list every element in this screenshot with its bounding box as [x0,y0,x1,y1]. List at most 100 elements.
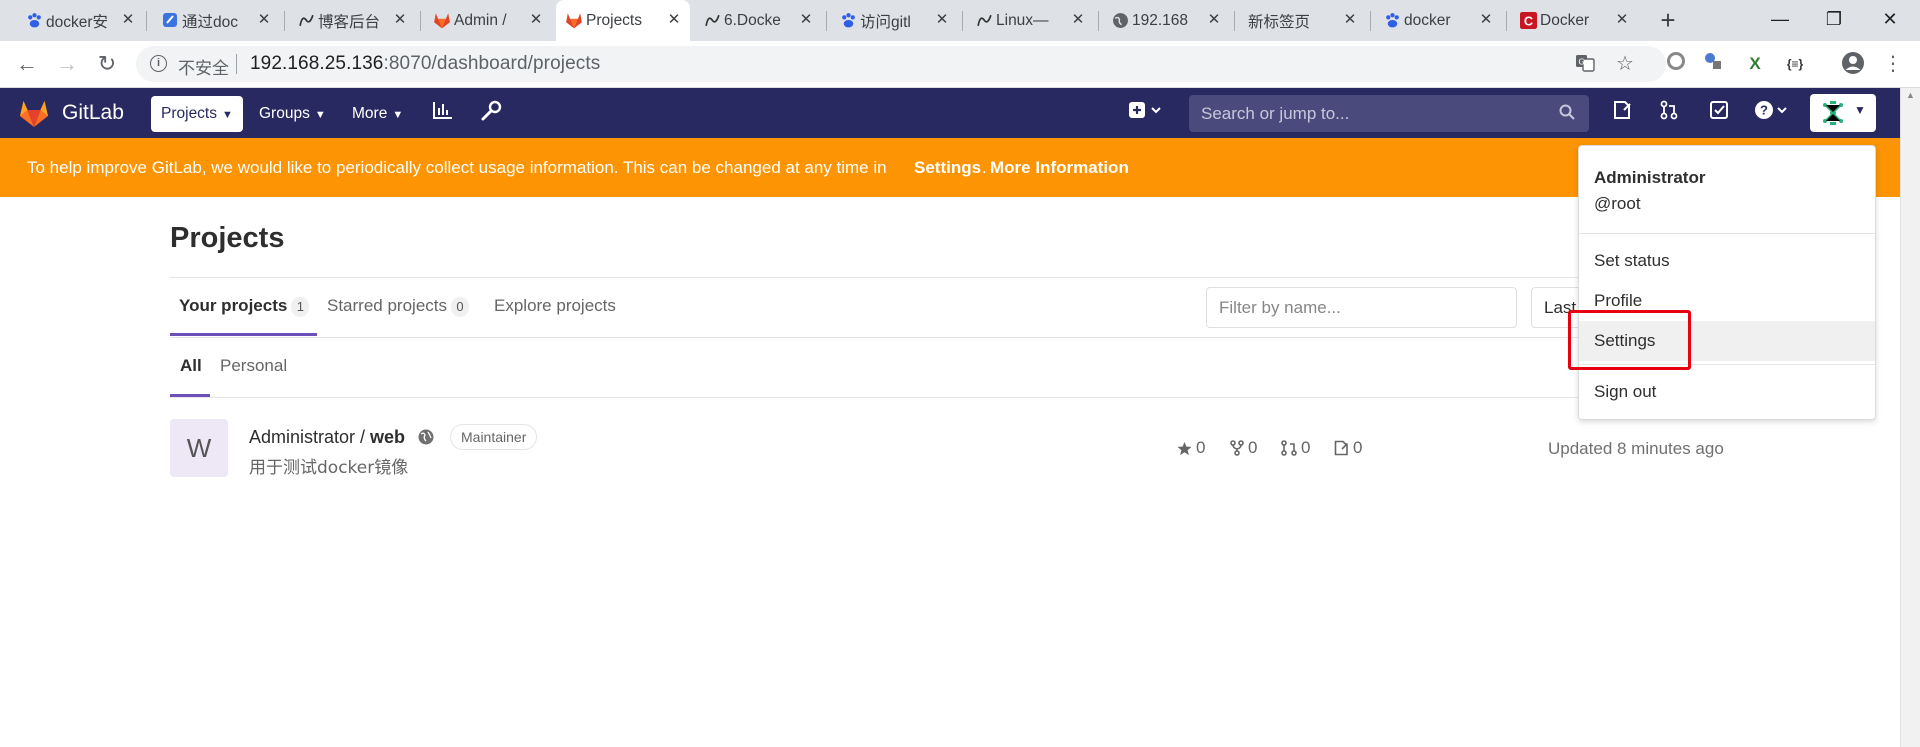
account-icon[interactable] [1840,51,1866,77]
browser-tab[interactable]: docker安 ✕ [16,0,144,41]
browser-tab-title: Projects [586,11,642,29]
todo-check-icon[interactable] [1706,100,1732,126]
url-text[interactable]: 192.168.25.136:8070/dashboard/projects [250,53,600,75]
admin-wrench-icon[interactable] [478,100,504,126]
gitlab-brand[interactable]: GitLab [62,101,124,125]
browser-tab[interactable]: 通过doc ✕ [152,0,280,41]
banner-settings-link[interactable]: Settings [914,158,981,177]
user-username[interactable]: @root [1594,194,1641,214]
subtab-personal[interactable]: Personal [220,356,287,376]
projects-dropdown[interactable]: Projects ▼ [151,96,243,132]
merge-request-icon[interactable] [1656,100,1682,126]
info-icon[interactable]: i [150,55,167,72]
tab-starred-projects[interactable]: Starred projects 0 [327,296,469,317]
browser-tab-title: Linux— [996,11,1049,29]
close-icon[interactable]: ✕ [664,10,684,30]
banner-text: To help improve GitLab, we would like to… [27,158,887,177]
project-avatar[interactable]: W [170,419,228,477]
stars-count[interactable]: 0 [1177,438,1205,458]
url-host: 192.168.25.136 [250,53,384,74]
reload-icon[interactable]: ↻ [92,49,122,79]
issues-icon [1334,440,1349,456]
browser-tab-active[interactable]: Projects ✕ [556,0,690,41]
security-label: 不安全 [178,59,229,78]
merge-request-icon [1281,440,1297,456]
browser-tab[interactable]: 博客后台 ✕ [288,0,416,41]
forks-count[interactable]: 0 [1230,438,1257,458]
fork-icon [1230,440,1244,456]
page-title: Projects [170,222,285,254]
user-menu-button[interactable]: ▼ [1810,94,1876,132]
tab-explore-projects[interactable]: Explore projects [494,296,616,316]
new-tab-button[interactable]: + [1656,6,1680,36]
browser-tab[interactable]: 访问gitl ✕ [830,0,958,41]
subtab-all[interactable]: All [180,356,202,376]
tab-your-projects[interactable]: Your projects 1 [179,296,310,317]
more-label: More [352,105,388,122]
close-icon[interactable]: ✕ [796,10,816,30]
browser-tab[interactable]: Linux— ✕ [966,0,1094,41]
browser-tab[interactable]: 新标签页 ✕ [1238,0,1366,41]
merge-requests-count[interactable]: 0 [1281,438,1310,458]
restore-icon[interactable]: ❐ [1814,4,1854,34]
cnblogs-icon [703,11,721,29]
page-scrollbar[interactable]: ▲ [1900,88,1920,747]
close-icon[interactable]: ✕ [1476,10,1496,30]
close-icon[interactable]: ✕ [1068,10,1088,30]
user-display-name[interactable]: Administrator [1594,168,1705,188]
project-name: web [370,427,406,447]
close-icon[interactable]: ✕ [1340,10,1360,30]
scroll-up-arrow-icon[interactable]: ▲ [1906,90,1915,100]
issues-icon[interactable] [1609,100,1635,126]
extension-tools-icon[interactable] [1700,51,1726,77]
close-icon[interactable]: ✕ [390,10,410,30]
browser-tab[interactable]: Admin / ✕ [424,0,552,41]
star-bookmark-icon[interactable]: ☆ [1614,53,1636,75]
search-input[interactable] [1189,95,1589,132]
issues-count[interactable]: 0 [1334,438,1362,458]
activity-chart-icon[interactable] [430,100,456,126]
extension-circle-icon[interactable] [1663,51,1689,77]
browser-tab-title: 新标签页 [1248,13,1311,31]
close-icon[interactable]: ✕ [932,10,952,30]
kebab-menu-icon[interactable]: ⋮ [1880,51,1906,77]
close-icon[interactable]: ✕ [254,10,274,30]
updated-time: Updated 8 minutes ago [1548,439,1724,458]
help-icon[interactable]: ? [1752,100,1792,126]
translate-icon[interactable]: G [1574,53,1596,75]
json-viewer-icon[interactable]: {≡} [1782,51,1808,77]
browser-tab-title: 访问gitl [860,13,911,31]
svg-text:?: ? [1760,103,1768,118]
project-title-link[interactable]: Administrator / web [249,427,405,448]
menu-item-set-status[interactable]: Set status [1579,241,1875,281]
window-close-icon[interactable]: ✕ [1870,4,1910,34]
extension-x-icon[interactable]: X [1742,51,1768,77]
banner-more-info-link[interactable]: More Information [990,158,1129,177]
groups-dropdown[interactable]: Groups ▼ [249,96,336,132]
projects-label: Projects [161,105,217,122]
role-badge: Maintainer [450,424,538,450]
filter-by-name-input[interactable] [1207,288,1516,327]
browser-tab[interactable]: 192.168 ✕ [1102,0,1230,41]
search-box[interactable] [1189,95,1589,132]
forks-value: 0 [1248,438,1258,457]
minimize-icon[interactable]: — [1760,4,1800,34]
search-icon [1559,104,1577,122]
avatar [1820,100,1846,126]
close-icon[interactable]: ✕ [118,10,138,30]
more-dropdown[interactable]: More ▼ [342,96,413,132]
back-arrow-icon[interactable]: ← [12,49,42,79]
forward-arrow-icon[interactable]: → [52,49,82,79]
filter-box[interactable] [1206,287,1517,328]
close-icon[interactable]: ✕ [526,10,546,30]
browser-tab[interactable]: 6.Docke ✕ [694,0,822,41]
address-bar[interactable]: i 不安全 192.168.25.136:8070/dashboard/proj… [136,46,1666,82]
close-icon[interactable]: ✕ [1204,10,1224,30]
browser-tab[interactable]: C Docker ✕ [1510,0,1638,41]
gitlab-logo-icon[interactable] [18,98,50,128]
browser-tab[interactable]: docker ✕ [1374,0,1502,41]
menu-item-sign-out[interactable]: Sign out [1579,372,1875,412]
close-icon[interactable]: ✕ [1612,10,1632,30]
new-item-plus-icon[interactable] [1126,100,1166,126]
user-dropdown-menu: Administrator @root Set status Profile S… [1578,145,1876,420]
